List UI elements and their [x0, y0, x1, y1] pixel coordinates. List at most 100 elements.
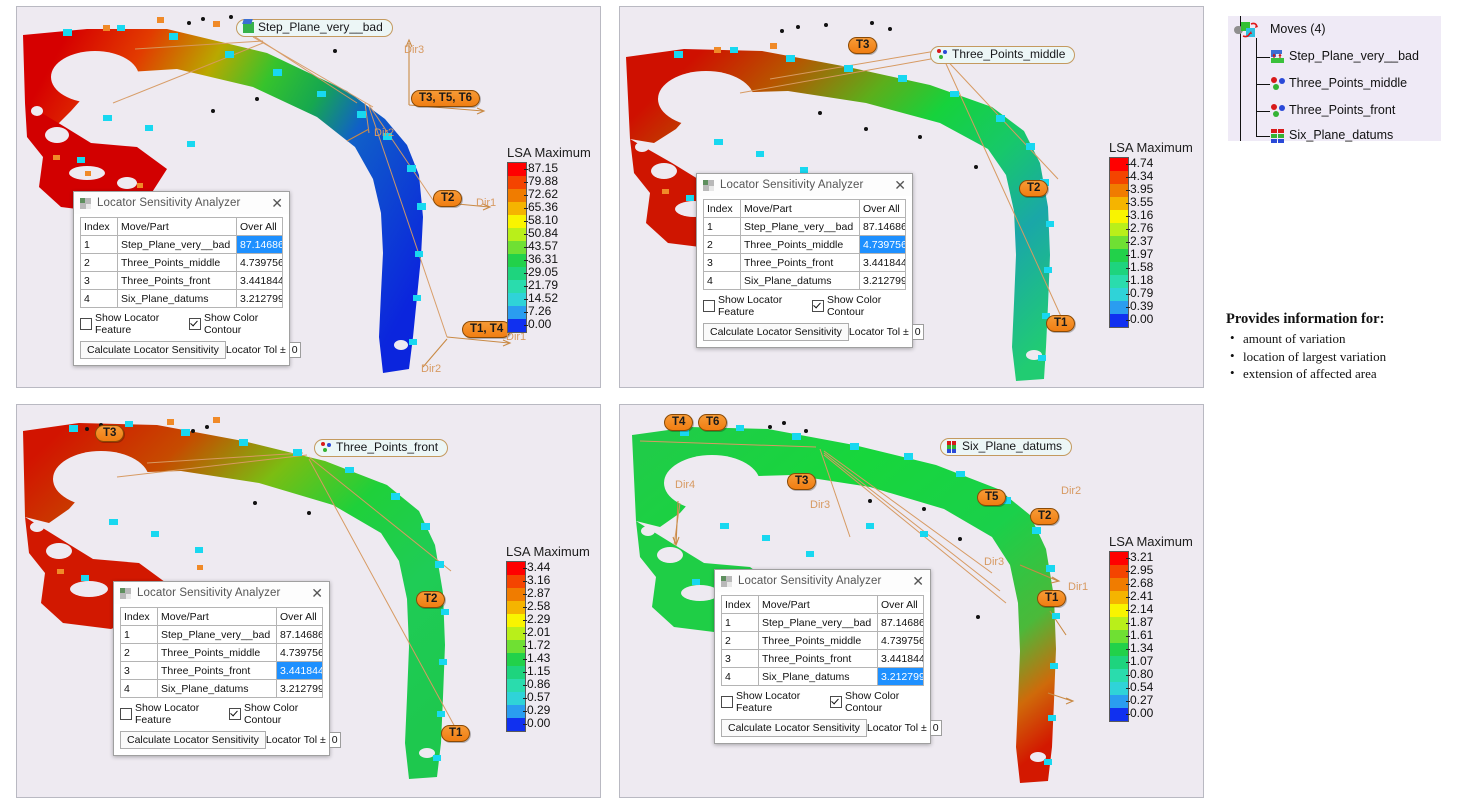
table-row[interactable]: 4Six_Plane_datums3.212799 (mm) — [721, 667, 924, 686]
table-row[interactable]: 3Three_Points_front3.441844 (mm) — [80, 271, 283, 290]
calculate-locator-sensitivity-button[interactable]: Calculate Locator Sensitivity — [80, 341, 226, 359]
move-name-label-3b[interactable]: Three_Points_front — [314, 439, 449, 458]
table-cell-index[interactable]: 2 — [703, 235, 741, 254]
close-icon[interactable]: ✕ — [269, 196, 285, 210]
show-color-contour-checkbox[interactable] — [829, 696, 842, 708]
table-cell-index[interactable]: 2 — [721, 631, 759, 650]
show-color-contour-checkbox[interactable] — [811, 300, 824, 312]
table-cell-value[interactable]: 3.441844 (mm) — [859, 253, 906, 272]
move-name-label-2[interactable]: Three_Points_middle — [930, 46, 1076, 65]
locator-callout-t2[interactable]: T2 — [433, 190, 463, 208]
viewport-three-points-middle[interactable]: Three_Points_middle T3 T2 T1 LSA Maximum… — [619, 6, 1204, 388]
dialog-title-bar[interactable]: Locator Sensitivity Analyzer ✕ — [114, 582, 329, 604]
close-icon[interactable]: ✕ — [892, 178, 908, 192]
table-cell-index[interactable]: 1 — [120, 625, 158, 644]
show-locator-feature-checkbox[interactable] — [80, 318, 92, 330]
show-locator-feature-checkbox[interactable] — [703, 300, 715, 312]
calculate-locator-sensitivity-button[interactable]: Calculate Locator Sensitivity — [120, 731, 266, 749]
table-cell-value[interactable]: 87.146860 (mm) — [236, 235, 283, 254]
table-row[interactable]: 1Step_Plane_very__bad87.146860 (mm) — [80, 235, 283, 254]
viewport-six-plane-datums[interactable]: Six_Plane_datums T4 T6 T3 T5 T2 T1 Dir4 … — [619, 404, 1204, 798]
table-cell-value[interactable]: 4.739756 (mm) — [877, 631, 924, 650]
tree-item-three-points-middle[interactable]: Three_Points_middle — [1270, 76, 1407, 90]
close-icon[interactable]: ✕ — [309, 586, 325, 600]
table-cell-value[interactable]: 3.441844 (mm) — [276, 661, 323, 680]
locator-callout-t2[interactable]: T2 — [1030, 508, 1060, 526]
table-cell-move[interactable]: Three_Points_front — [157, 661, 277, 680]
table-cell-move[interactable]: Three_Points_front — [117, 271, 237, 290]
locator-sensitivity-dialog-2[interactable]: Locator Sensitivity Analyzer ✕ Index Move… — [696, 173, 924, 348]
table-cell-move[interactable]: Three_Points_middle — [740, 235, 860, 254]
table-cell-value[interactable]: 3.212799 (mm) — [236, 289, 283, 308]
table-cell-move[interactable]: Six_Plane_datums — [157, 679, 277, 698]
locator-tol-input[interactable]: 0 — [929, 720, 942, 736]
table-row[interactable]: 1Step_Plane_very__bad87.146860 (mm) — [703, 217, 906, 236]
table-row[interactable]: 1Step_Plane_very__bad87.146860 (mm) — [120, 625, 323, 644]
locator-tol-input[interactable]: 0 — [328, 732, 341, 748]
table-cell-index[interactable]: 3 — [80, 271, 118, 290]
locator-callout-t2[interactable]: T2 — [416, 591, 446, 609]
tree-root-moves[interactable]: Moves (4) — [1234, 22, 1326, 38]
table-cell-value[interactable]: 87.146860 (mm) — [276, 625, 323, 644]
table-row[interactable]: 4Six_Plane_datums3.212799 (mm) — [703, 271, 906, 290]
table-row[interactable]: 4Six_Plane_datums3.212799 (mm) — [120, 679, 323, 698]
table-cell-index[interactable]: 4 — [721, 667, 759, 686]
dialog-title-bar[interactable]: Locator Sensitivity Analyzer ✕ — [715, 570, 930, 592]
locator-callout-t4[interactable]: T4 — [664, 414, 694, 432]
table-cell-value[interactable]: 3.212799 (mm) — [859, 271, 906, 290]
table-cell-move[interactable]: Step_Plane_very__bad — [117, 235, 237, 254]
table-cell-index[interactable]: 2 — [80, 253, 118, 272]
table-row[interactable]: 2Three_Points_middle4.739756 (mm) — [721, 631, 924, 650]
dialog-title-bar[interactable]: Locator Sensitivity Analyzer ✕ — [697, 174, 912, 196]
table-cell-index[interactable]: 4 — [120, 679, 158, 698]
show-locator-feature-checkbox[interactable] — [120, 708, 132, 720]
locator-callout-t3-t5-t6[interactable]: T3, T5, T6 — [411, 90, 481, 108]
table-cell-value[interactable]: 3.212799 (mm) — [276, 679, 323, 698]
locator-callout-t3[interactable]: T3 — [787, 473, 817, 491]
calculate-locator-sensitivity-button[interactable]: Calculate Locator Sensitivity — [721, 719, 867, 737]
show-locator-feature-checkbox[interactable] — [721, 696, 733, 708]
table-cell-index[interactable]: 2 — [120, 643, 158, 662]
table-cell-value[interactable]: 3.212799 (mm) — [877, 667, 924, 686]
table-cell-value[interactable]: 3.441844 (mm) — [236, 271, 283, 290]
table-cell-index[interactable]: 1 — [80, 235, 118, 254]
table-cell-move[interactable]: Six_Plane_datums — [117, 289, 237, 308]
sensitivity-table[interactable]: Index Move/Part Over All 1 Step_Plane_very__… — [120, 607, 323, 698]
table-cell-move[interactable]: Step_Plane_very__bad — [740, 217, 860, 236]
table-row[interactable]: 4Six_Plane_datums3.212799 (mm) — [80, 289, 283, 308]
locator-callout-t2[interactable]: T2 — [1019, 180, 1049, 198]
table-cell-move[interactable]: Step_Plane_very__bad — [758, 613, 878, 632]
locator-callout-t5[interactable]: T5 — [977, 489, 1007, 507]
sensitivity-table[interactable]: Index Move/Part Over All 1 Step_Plane_very__… — [80, 217, 283, 308]
tree-item-six-plane-datums[interactable]: Six_Plane_datums — [1270, 128, 1393, 143]
locator-sensitivity-dialog-4[interactable]: Locator Sensitivity Analyzer ✕ Index Move… — [714, 569, 942, 744]
table-cell-index[interactable]: 3 — [721, 649, 759, 668]
tree-item-step-plane[interactable]: Step_Plane_very__bad — [1270, 49, 1419, 63]
locator-callout-t1[interactable]: T1 — [1046, 315, 1076, 333]
table-cell-value[interactable]: 87.146860 (mm) — [859, 217, 906, 236]
table-cell-index[interactable]: 4 — [80, 289, 118, 308]
table-cell-value[interactable]: 4.739756 (mm) — [276, 643, 323, 662]
table-cell-value[interactable]: 3.441844 (mm) — [877, 649, 924, 668]
table-row[interactable]: 3Three_Points_front3.441844 (mm) — [703, 253, 906, 272]
locator-tol-input[interactable]: 0 — [288, 342, 301, 358]
table-cell-move[interactable]: Three_Points_front — [740, 253, 860, 272]
locator-callout-t3[interactable]: T3 — [848, 37, 878, 55]
show-color-contour-checkbox[interactable] — [228, 708, 241, 720]
close-icon[interactable]: ✕ — [910, 574, 926, 588]
dialog-title-bar[interactable]: Locator Sensitivity Analyzer ✕ — [74, 192, 289, 214]
table-cell-move[interactable]: Three_Points_middle — [758, 631, 878, 650]
table-row[interactable]: 2Three_Points_middle4.739756 (mm) — [120, 643, 323, 662]
locator-callout-t3[interactable]: T3 — [95, 425, 125, 443]
table-cell-move[interactable]: Three_Points_middle — [157, 643, 277, 662]
table-cell-move[interactable]: Three_Points_front — [758, 649, 878, 668]
calculate-locator-sensitivity-button[interactable]: Calculate Locator Sensitivity — [703, 323, 849, 341]
table-cell-value[interactable]: 87.146860 (mm) — [877, 613, 924, 632]
locator-sensitivity-dialog-3[interactable]: Locator Sensitivity Analyzer ✕ Index Move… — [113, 581, 341, 756]
table-row[interactable]: 2Three_Points_middle4.739756 (mm) — [80, 253, 283, 272]
table-cell-move[interactable]: Step_Plane_very__bad — [157, 625, 277, 644]
tree-item-three-points-front[interactable]: Three_Points_front — [1270, 103, 1395, 117]
table-cell-index[interactable]: 4 — [703, 271, 741, 290]
table-row[interactable]: 1Step_Plane_very__bad87.146860 (mm) — [721, 613, 924, 632]
table-cell-index[interactable]: 1 — [703, 217, 741, 236]
